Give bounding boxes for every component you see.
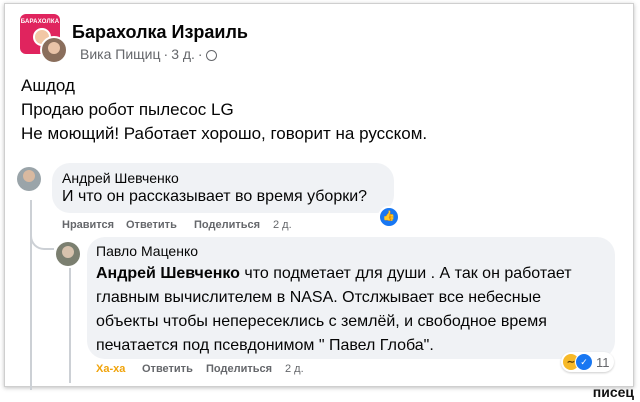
reply-author-name[interactable]: Павло Маценко <box>96 243 198 259</box>
author-avatar[interactable] <box>40 36 68 64</box>
reply-text-line: печатается под псевдонимом " Павел Глоба… <box>96 337 434 354</box>
like-reaction-icon[interactable]: 👍 <box>378 206 400 228</box>
post-author[interactable]: Вика Пищиц <box>80 46 161 62</box>
group-logo-text: БАРАХОЛКА <box>20 19 60 25</box>
comment-like-button[interactable]: Нравится <box>62 219 114 231</box>
post-meta: Вика Пищиц · 3 д. · <box>80 46 217 62</box>
globe-icon <box>205 49 217 61</box>
commenter-avatar[interactable] <box>17 167 41 191</box>
comment-share-button[interactable]: Поделиться <box>194 219 260 231</box>
meta-separator: · <box>163 46 169 62</box>
reply-reply-button[interactable]: Ответить <box>142 363 193 375</box>
reply-time[interactable]: 2 д. <box>285 363 304 375</box>
reply-text: Андрей Шевченко что подметает для души .… <box>96 262 610 358</box>
comment-text: И что он рассказывает во время уборки? <box>62 188 368 205</box>
meta-separator: · <box>197 46 203 62</box>
reply-text-line: главным вычислителем в NASA. Отслжывает … <box>96 289 541 306</box>
post-text-line: Ашдод <box>21 76 75 95</box>
reply-share-button[interactable]: Поделиться <box>206 363 272 375</box>
group-name[interactable]: Барахолка Израиль <box>72 22 248 43</box>
watermark: писец <box>592 384 634 400</box>
post-time[interactable]: 3 д. <box>171 46 195 62</box>
post-text-line: Не моющий! Работает хорошо, говорит на р… <box>21 124 428 143</box>
reply-text-line: что подметает для души . А так он работа… <box>239 265 572 282</box>
reply-avatar[interactable] <box>56 242 80 266</box>
commenter-name[interactable]: Андрей Шевченко <box>62 170 179 186</box>
post-text-line: Продаю робот пылесос LG <box>21 100 234 119</box>
reaction-count: 11 <box>596 354 610 370</box>
like-reaction-icon: ✓ <box>575 353 593 371</box>
reply-thread-line <box>69 268 71 383</box>
reply-reactions[interactable]: ∼ ✓ 11 <box>561 352 614 372</box>
comment-time[interactable]: 2 д. <box>273 219 292 231</box>
reply-mention[interactable]: Андрей Шевченко <box>96 265 240 282</box>
comment-reply-button[interactable]: Ответить <box>126 219 177 231</box>
reply-text-line: объекты чтобы непересеклись с землёй, и … <box>96 313 547 330</box>
thread-connector <box>30 218 54 250</box>
reply-haha-button[interactable]: Ха-ха <box>96 363 125 375</box>
